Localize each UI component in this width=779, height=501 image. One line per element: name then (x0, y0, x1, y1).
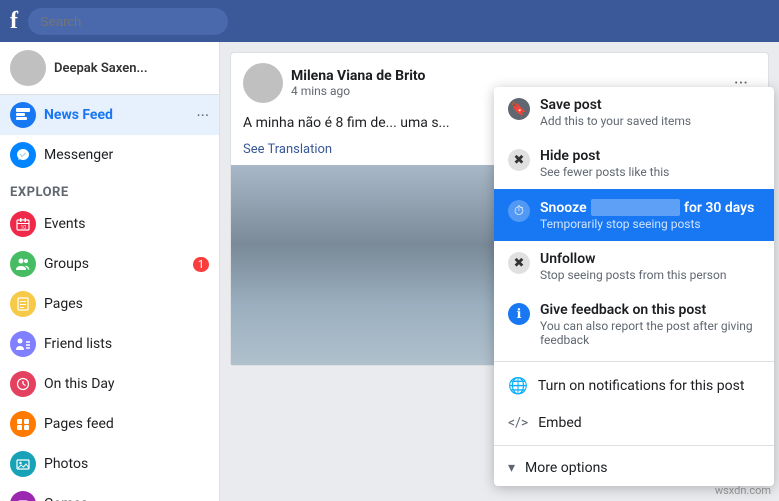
photos-icon (10, 451, 36, 477)
messenger-label: Messenger (44, 147, 209, 163)
avatar (10, 50, 46, 86)
dropdown-hide-post[interactable]: ✖ Hide post See fewer posts like this (494, 138, 774, 189)
pages-feed-icon (10, 411, 36, 437)
on-this-day-icon (10, 371, 36, 397)
friend-lists-label: Friend lists (44, 336, 209, 352)
feedback-text: Give feedback on this post You can also … (540, 302, 760, 347)
games-label: Games (44, 496, 209, 501)
pages-icon (10, 291, 36, 317)
post-dropdown-menu: 🔖 Save post Add this to your saved items… (494, 87, 774, 486)
sidebar-item-groups[interactable]: Groups 1 (0, 244, 219, 284)
facebook-logo: f (10, 8, 18, 35)
sidebar-user[interactable]: Deepak Saxen... (0, 42, 219, 95)
unfollow-text: Unfollow Stop seeing posts from this per… (540, 251, 726, 282)
topbar: f (0, 0, 779, 42)
sidebar: Deepak Saxen... News Feed ··· Messenger … (0, 42, 220, 501)
snooze-icon: ⏱ (508, 200, 530, 222)
snooze-text: Snooze ████████ for 30 days Temporarily … (540, 199, 754, 231)
content-area: Milena Viana de Brito 4 mins ago ··· A m… (220, 42, 779, 501)
bookmark-icon: 🔖 (508, 98, 530, 120)
sidebar-item-games[interactable]: Games (0, 484, 219, 501)
dropdown-notifications[interactable]: 🌐 Turn on notifications for this post (494, 366, 774, 405)
hide-post-text: Hide post See fewer posts like this (540, 148, 669, 179)
sidebar-item-on-this-day[interactable]: On this Day (0, 364, 219, 404)
news-feed-label: News Feed (44, 107, 188, 123)
post-avatar (243, 63, 283, 103)
dropdown-divider-2 (494, 445, 774, 446)
feedback-icon: ℹ (508, 303, 530, 325)
post-user-name: Milena Viana de Brito (291, 68, 718, 84)
search-input[interactable] (28, 8, 228, 35)
dropdown-snooze[interactable]: ⏱ Snooze ████████ for 30 days Temporaril… (494, 189, 774, 241)
groups-label: Groups (44, 256, 185, 272)
sidebar-item-events[interactable]: 10 Events (0, 204, 219, 244)
sidebar-item-pages-feed[interactable]: Pages feed (0, 404, 219, 444)
dropdown-more-options[interactable]: ▾ More options (494, 450, 774, 486)
unfollow-icon: ✖ (508, 252, 530, 274)
svg-text:10: 10 (21, 225, 27, 231)
dropdown-save-post[interactable]: 🔖 Save post Add this to your saved items (494, 87, 774, 138)
hide-icon: ✖ (508, 149, 530, 171)
embed-icon: </> (508, 415, 528, 431)
explore-section-label: Explore (0, 175, 219, 204)
friend-lists-icon (10, 331, 36, 357)
sidebar-item-messenger[interactable]: Messenger (0, 135, 219, 175)
sidebar-item-news-feed[interactable]: News Feed ··· (0, 95, 219, 135)
groups-icon (10, 251, 36, 277)
on-this-day-label: On this Day (44, 376, 209, 392)
groups-badge: 1 (193, 257, 209, 272)
pages-feed-label: Pages feed (44, 416, 209, 432)
messenger-icon (10, 142, 36, 168)
dropdown-divider-1 (494, 361, 774, 362)
notifications-icon: 🌐 (508, 376, 528, 395)
sidebar-item-photos[interactable]: Photos (0, 444, 219, 484)
dropdown-feedback[interactable]: ℹ Give feedback on this post You can als… (494, 292, 774, 357)
chevron-down-icon: ▾ (508, 460, 515, 476)
news-feed-icon (10, 102, 36, 128)
sidebar-item-pages[interactable]: Pages (0, 284, 219, 324)
news-feed-dots[interactable]: ··· (196, 106, 209, 125)
dropdown-embed[interactable]: </> Embed (494, 405, 774, 441)
games-icon (10, 491, 36, 501)
photos-label: Photos (44, 456, 209, 472)
events-label: Events (44, 216, 209, 232)
sidebar-item-friend-lists[interactable]: Friend lists (0, 324, 219, 364)
pages-label: Pages (44, 296, 209, 312)
save-post-text: Save post Add this to your saved items (540, 97, 691, 128)
events-icon: 10 (10, 211, 36, 237)
dropdown-unfollow[interactable]: ✖ Unfollow Stop seeing posts from this p… (494, 241, 774, 292)
user-name: Deepak Saxen... (54, 61, 148, 76)
